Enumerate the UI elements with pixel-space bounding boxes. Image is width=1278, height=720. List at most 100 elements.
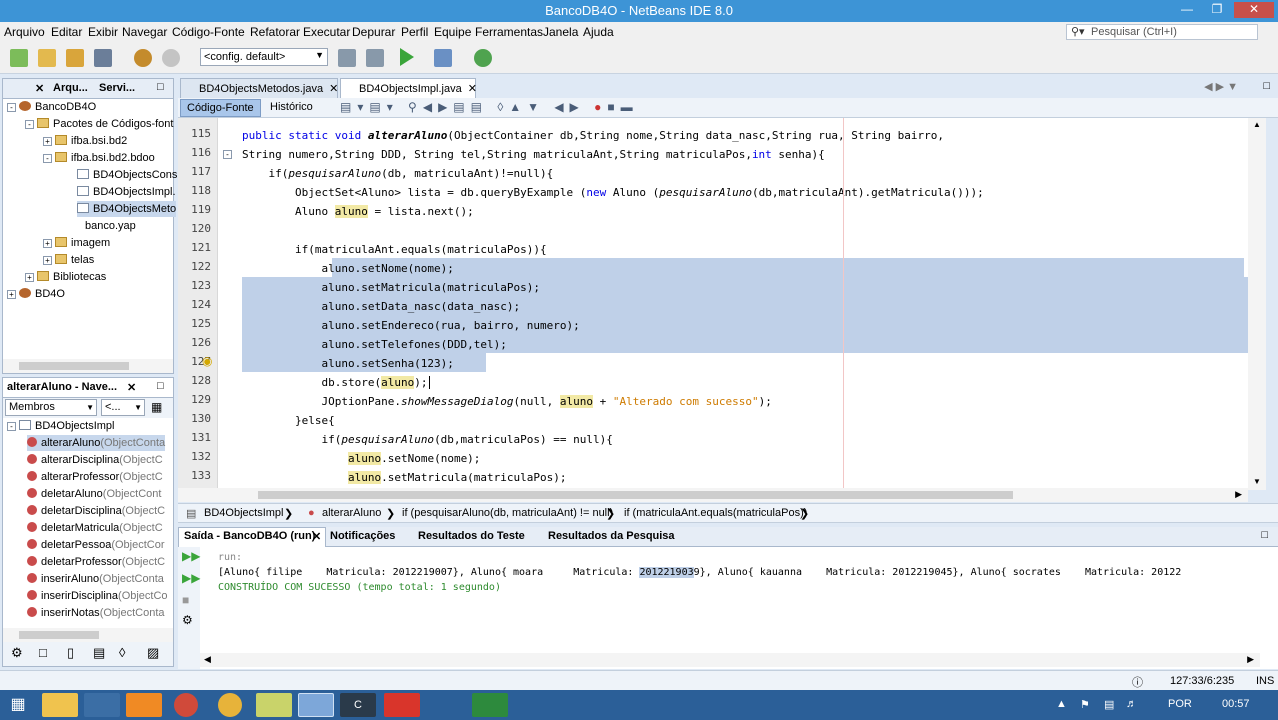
filter-nonpublic-icon[interactable]: ▯ bbox=[67, 645, 74, 661]
menu-editar[interactable]: Editar bbox=[51, 25, 82, 39]
filter-static-icon[interactable]: □ bbox=[39, 645, 47, 660]
filter-fields-icon[interactable]: ⚙ bbox=[11, 645, 23, 661]
members-select[interactable]: Membros ▼ bbox=[5, 399, 97, 416]
search-input[interactable]: ⚲▾ Pesquisar (Ctrl+I) bbox=[1066, 24, 1258, 40]
member-item[interactable]: deletarPessoa(ObjectCor bbox=[27, 537, 165, 553]
tab-scroll-arrows-icon[interactable]: ◀ ▶ ▼ bbox=[1204, 80, 1238, 93]
tree-item-package[interactable]: + imagem bbox=[43, 235, 110, 251]
tree-item-package[interactable]: + telas bbox=[43, 252, 94, 268]
menu-navegar[interactable]: Navegar bbox=[122, 25, 167, 39]
rerun-different-icon[interactable]: ▶▶ bbox=[182, 571, 200, 585]
navigator-title[interactable]: alterarAluno - Nave... bbox=[7, 381, 117, 393]
tree-item-class[interactable]: - BD4ObjectsImpl bbox=[7, 418, 114, 434]
sort-name-icon[interactable]: ▨ bbox=[147, 645, 159, 661]
tree-item-package[interactable]: - ifba.bsi.bd2.bdoo bbox=[43, 150, 155, 166]
editor-horizontal-scrollbar[interactable]: ▶ bbox=[178, 488, 1248, 502]
minimize-pane-icon[interactable]: □ bbox=[1261, 529, 1268, 541]
minimize-pane-icon[interactable]: □ bbox=[157, 81, 164, 93]
save-all-icon[interactable] bbox=[94, 49, 112, 67]
fold-collapse-icon[interactable]: - bbox=[223, 150, 232, 159]
menu-janela[interactable]: Janela bbox=[543, 25, 578, 39]
scope-select[interactable]: <... ▼ bbox=[101, 399, 145, 416]
record-macro-icon[interactable]: ● bbox=[594, 100, 607, 114]
scrollbar-thumb[interactable] bbox=[258, 491, 1013, 499]
tray-network-icon[interactable]: ▤ bbox=[1104, 698, 1114, 711]
history-button[interactable]: Histórico bbox=[270, 101, 313, 113]
member-item[interactable]: alterarProfessor(ObjectC bbox=[27, 469, 163, 485]
close-icon[interactable]: ✕ bbox=[312, 530, 321, 543]
sort-icon[interactable]: ◊ bbox=[119, 645, 125, 660]
folder-icon[interactable] bbox=[256, 693, 292, 717]
menu-arquivo[interactable]: Arquivo bbox=[4, 25, 45, 39]
new-project-icon[interactable] bbox=[38, 49, 56, 67]
menu-depurar[interactable]: Depurar bbox=[352, 25, 395, 39]
expand-icon[interactable]: + bbox=[43, 256, 52, 265]
output-horizontal-scrollbar[interactable]: ◀ ▶ bbox=[200, 653, 1260, 667]
member-item[interactable]: inserirDisciplina(ObjectCo bbox=[27, 588, 168, 604]
stop-icon[interactable]: ■ bbox=[182, 593, 189, 607]
scroll-right-icon[interactable]: ▶ bbox=[1235, 489, 1242, 500]
rerun-icon[interactable]: ▶▶ bbox=[182, 549, 200, 563]
new-file-icon[interactable] bbox=[10, 49, 28, 67]
tab-output[interactable]: Saída - BancoDB4O (run) bbox=[184, 530, 315, 542]
terminal-green-icon[interactable] bbox=[472, 693, 508, 717]
profile-icon[interactable] bbox=[474, 49, 492, 67]
clean-build-icon[interactable] bbox=[366, 49, 384, 67]
member-item[interactable]: deletarAluno(ObjectCont bbox=[27, 486, 161, 502]
member-item[interactable]: deletarDisciplina(ObjectC bbox=[27, 503, 165, 519]
open-project-icon[interactable] bbox=[66, 49, 84, 67]
tree-item-libraries[interactable]: + Bibliotecas bbox=[25, 269, 106, 285]
media-player-icon[interactable] bbox=[126, 693, 162, 717]
scroll-right-icon[interactable]: ▶ bbox=[1247, 654, 1254, 665]
close-icon[interactable]: ✕ bbox=[468, 83, 477, 95]
member-item-selected[interactable]: alterarAluno(ObjectConta bbox=[27, 435, 166, 451]
output-console[interactable]: ▶▶ ▶▶ ■ ⚙ run: [Aluno{ filipe Matricula:… bbox=[178, 547, 1278, 669]
expand-icon[interactable]: + bbox=[7, 290, 16, 299]
language-indicator[interactable]: POR bbox=[1168, 698, 1192, 710]
windows-start-icon[interactable]: ▦ bbox=[4, 693, 32, 717]
app-icon[interactable] bbox=[84, 693, 120, 717]
tree-item-project[interactable]: - BancoDB4O bbox=[7, 99, 96, 115]
maximize-button[interactable]: ❐ bbox=[1206, 2, 1228, 18]
member-item[interactable]: inserirAluno(ObjectConta bbox=[27, 571, 164, 587]
run-icon[interactable] bbox=[400, 48, 414, 66]
filter-inherited-icon[interactable]: ▤ bbox=[93, 645, 105, 661]
breadcrumb-item[interactable]: BD4ObjectsImpl bbox=[204, 507, 283, 519]
settings-icon[interactable]: ⚙ bbox=[182, 613, 193, 627]
tray-volume-icon[interactable]: ♬ bbox=[1126, 698, 1137, 710]
hint-bulb-icon[interactable]: ◉ bbox=[202, 354, 212, 368]
menu-refatorar[interactable]: Refatorar bbox=[250, 25, 300, 39]
breadcrumb-item[interactable]: alterarAluno bbox=[322, 507, 381, 519]
scroll-down-icon[interactable]: ▼ bbox=[1253, 477, 1261, 486]
tree-item-project[interactable]: + BD4O bbox=[7, 286, 65, 302]
tab-search-results[interactable]: Resultados da Pesquisa bbox=[548, 530, 675, 542]
tray-flag-icon[interactable]: ⚑ bbox=[1080, 698, 1090, 711]
tab-bd4objectsmetodos[interactable]: BD4ObjectsMetodos.java ✕ bbox=[180, 78, 338, 98]
redo-icon[interactable] bbox=[162, 49, 180, 67]
editor-actions-icons[interactable]: ▤▾▤▾ ⚲◀▶▤▤ ◊▲▼ ◀▶ ●■▬ bbox=[340, 100, 639, 114]
scrollbar-thumb[interactable] bbox=[19, 362, 129, 370]
record-icon[interactable] bbox=[384, 693, 420, 717]
debug-icon[interactable] bbox=[434, 49, 452, 67]
menu-executar[interactable]: Executar bbox=[303, 25, 350, 39]
tray-arrow-icon[interactable]: ▲ bbox=[1056, 698, 1067, 710]
minimize-button[interactable]: — bbox=[1176, 2, 1198, 18]
expand-icon[interactable]: + bbox=[25, 273, 34, 282]
settings-icon[interactable]: ▦ bbox=[151, 400, 162, 414]
menu-ajuda[interactable]: Ajuda bbox=[583, 25, 614, 39]
menu-equipe[interactable]: Equipe bbox=[434, 25, 471, 39]
source-button[interactable]: Código-Fonte bbox=[180, 99, 261, 117]
member-item[interactable]: alterarDisciplina(ObjectC bbox=[27, 452, 163, 468]
undo-icon[interactable] bbox=[134, 49, 152, 67]
menu-exibir[interactable]: Exibir bbox=[88, 25, 118, 39]
navigator-horizontal-scrollbar[interactable] bbox=[3, 628, 173, 642]
tree-horizontal-scrollbar[interactable] bbox=[3, 359, 173, 373]
tab-bd4objectsimpl[interactable]: BD4ObjectsImpl.java ✕ bbox=[340, 78, 477, 98]
member-item[interactable]: inserirNotas(ObjectConta bbox=[27, 605, 165, 621]
file-explorer-icon[interactable] bbox=[42, 693, 78, 717]
menu-ferramentas[interactable]: Ferramentas bbox=[475, 25, 543, 39]
member-item[interactable]: deletarProfessor(ObjectC bbox=[27, 554, 165, 570]
expand-icon[interactable]: + bbox=[43, 137, 52, 146]
netbeans-icon[interactable] bbox=[298, 693, 334, 717]
scrollbar-thumb[interactable] bbox=[19, 631, 99, 639]
